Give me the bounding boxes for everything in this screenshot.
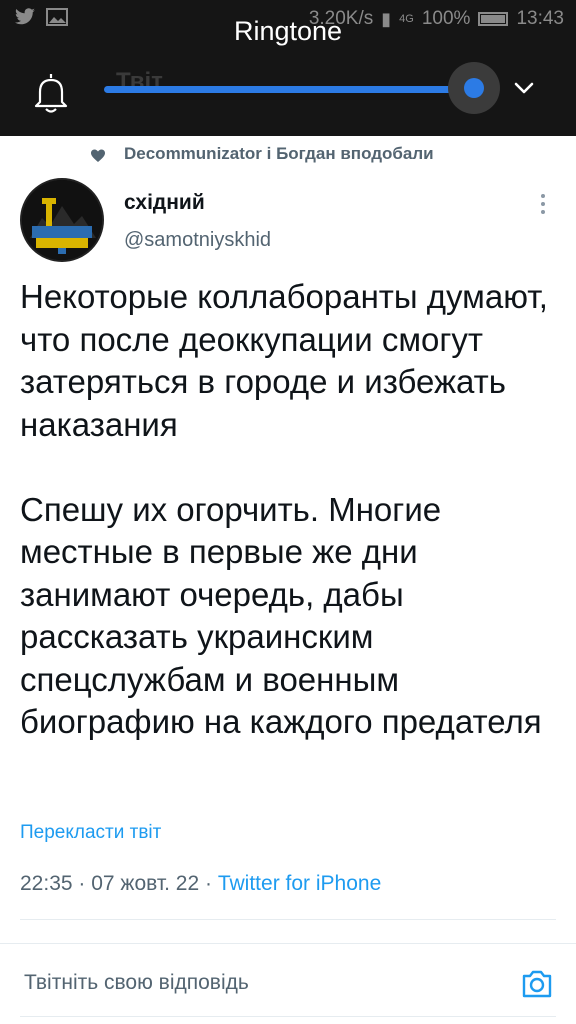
- tweet-source-link[interactable]: Twitter for iPhone: [218, 872, 381, 895]
- volume-slider-thumb[interactable]: [464, 78, 484, 98]
- meta-separator: ·: [199, 872, 218, 895]
- translate-tweet-link[interactable]: Перекласти твіт: [20, 822, 161, 844]
- author-handle[interactable]: @samotniyskhid: [124, 229, 271, 252]
- divider: [20, 1016, 556, 1017]
- divider: [20, 919, 556, 920]
- more-options-icon[interactable]: [536, 192, 550, 216]
- tweet-time: 22:35: [20, 872, 73, 895]
- divider: [0, 943, 576, 944]
- tweet-text: Некоторые коллаборанты думают, что после…: [20, 278, 548, 740]
- social-context[interactable]: Decommunizator і Богдан вподобали: [124, 144, 434, 164]
- meta-separator: ·: [72, 872, 92, 895]
- volume-overlay: 3.20K/s ▮ 4G 100% 13:43 Ringtone Твіт: [0, 0, 576, 136]
- heart-icon: [91, 149, 105, 162]
- chevron-down-icon[interactable]: [512, 78, 536, 98]
- author-name[interactable]: східний: [124, 191, 205, 215]
- camera-icon[interactable]: [520, 967, 554, 1001]
- reply-input[interactable]: Твітніть свою відповідь: [24, 971, 249, 995]
- tweet-meta: 22:35 · 07 жовт. 22 · Twitter for iPhone: [20, 872, 381, 896]
- avatar[interactable]: [20, 178, 104, 262]
- bell-icon[interactable]: [28, 70, 74, 116]
- tweet-date: 07 жовт. 22: [91, 872, 200, 895]
- volume-stream-title: Ringtone: [233, 16, 343, 46]
- volume-slider-track[interactable]: [104, 86, 476, 93]
